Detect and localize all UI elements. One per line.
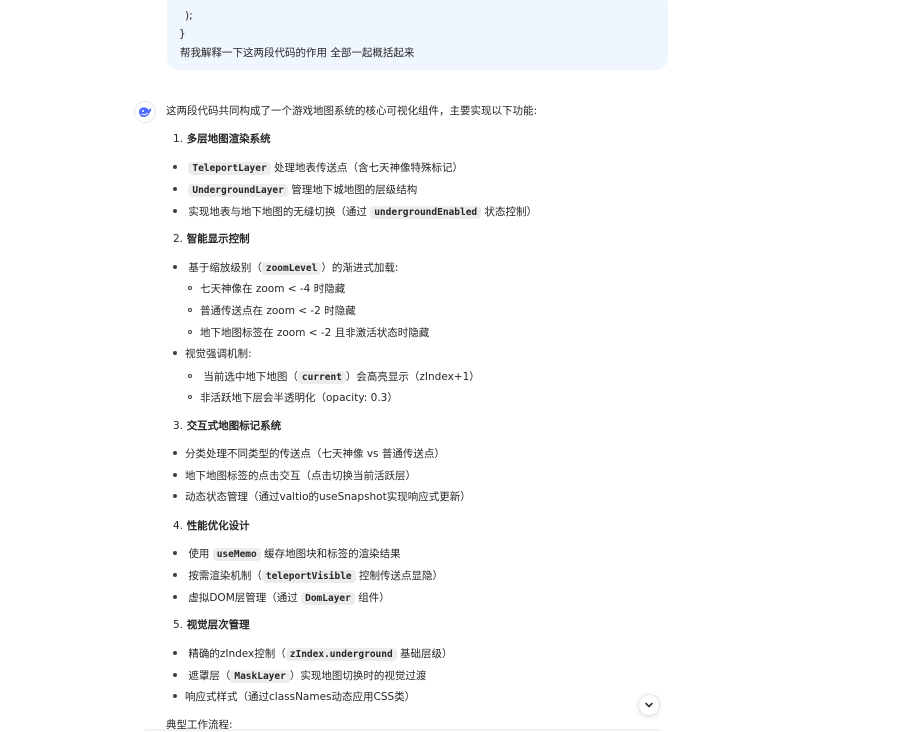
list-item-text: ）实现地图切换时的视觉过渡 xyxy=(289,670,427,682)
deepseek-whale-icon xyxy=(138,107,151,117)
section-heading: 1. 多层地图渲染系统 xyxy=(173,132,271,146)
section-number: 5. xyxy=(173,619,184,631)
list-item: 按需渲染机制（ teleportVisible 控制传送点显隐） xyxy=(173,569,443,584)
section-title: 视觉层次管理 xyxy=(186,619,250,631)
list-item-text: 处理地表传送点（含七天神像特殊标记） xyxy=(270,162,464,174)
section-number: 4. xyxy=(173,520,184,532)
section-number: 2. xyxy=(173,233,184,245)
user-message-bubble: ); } 帮我解释一下这两段代码的作用 全部一起概括起来 xyxy=(167,0,668,70)
list-item: 响应式样式（通过classNames动态应用CSS类） xyxy=(173,690,415,704)
section-number: 3. xyxy=(173,420,184,432)
list-item-text: 组件） xyxy=(354,592,390,604)
section-title: 多层地图渲染系统 xyxy=(186,133,271,145)
list-item: 视觉强调机制: xyxy=(173,347,252,361)
inline-code: teleportVisible xyxy=(261,570,356,583)
sub-list-item: 地下地图标签在 zoom < -2 且非激活状态时隐藏 xyxy=(188,326,429,340)
list-item-text: 精确的zIndex控制（ xyxy=(188,648,286,660)
inline-code: useMemo xyxy=(212,548,261,561)
list-item: 遮罩层（ MaskLayer ）实现地图切换时的视觉过渡 xyxy=(173,669,426,684)
assistant-avatar xyxy=(134,101,156,123)
list-item-text: 缓存地图块和标签的渲染结果 xyxy=(260,548,401,560)
list-item: TeleportLayer 处理地表传送点（含七天神像特殊标记） xyxy=(173,161,463,176)
code-snippet-line: ); xyxy=(185,10,193,22)
sub-list-item: 七天神像在 zoom < -4 时隐藏 xyxy=(188,282,345,296)
section-title: 智能显示控制 xyxy=(186,233,250,245)
sub-list-item: 非活跃地下层会半透明化（opacity: 0.3） xyxy=(188,391,398,405)
list-item-text: 当前选中地下地图（ xyxy=(203,371,298,383)
chevron-down-icon xyxy=(645,702,653,708)
code-snippet-line: } xyxy=(179,28,186,40)
list-item-text: 控制传送点显隐） xyxy=(355,570,443,582)
assistant-intro: 这两段代码共同构成了一个游戏地图系统的核心可视化组件，主要实现以下功能: xyxy=(166,105,538,117)
list-item: 精确的zIndex控制（ zIndex.underground 基础层级） xyxy=(173,647,453,662)
list-item: 虚拟DOM层管理（通过 DomLayer 组件） xyxy=(173,591,390,606)
list-item-text: 遮罩层（ xyxy=(188,670,231,682)
sub-list-item: 普通传送点在 zoom < -2 时隐藏 xyxy=(188,304,356,318)
inline-code: UndergroundLayer xyxy=(188,184,288,197)
section-heading: 2. 智能显示控制 xyxy=(173,232,250,246)
list-item-text: 实现地表与地下地图的无缝切换（通过 xyxy=(188,206,371,218)
list-item: 基于缩放级别（ zoomLevel ）的渐进式加载: xyxy=(173,261,398,276)
list-item-text: 虚拟DOM层管理（通过 xyxy=(188,592,302,604)
inline-code: TeleportLayer xyxy=(188,162,271,175)
inline-code: MaskLayer xyxy=(230,670,290,683)
list-item-text: 基于缩放级别（ xyxy=(188,262,262,274)
inline-code: undergroundEnabled xyxy=(370,206,482,219)
list-item: 实现地表与地下地图的无缝切换（通过 undergroundEnabled 状态控… xyxy=(173,205,537,220)
list-item-text: 基础层级） xyxy=(396,648,453,660)
inline-code: current xyxy=(297,371,346,384)
list-item-text: ）会高亮显示（zIndex+1） xyxy=(345,371,480,383)
list-item: 分类处理不同类型的传送点（七天神像 vs 普通传送点） xyxy=(173,447,445,461)
user-question: 帮我解释一下这两段代码的作用 全部一起概括起来 xyxy=(180,47,415,59)
inline-code: DomLayer xyxy=(301,592,355,605)
list-item: 地下地图标签的点击交互（点击切换当前活跃层） xyxy=(173,469,416,483)
scroll-to-bottom-button[interactable] xyxy=(638,694,660,716)
sub-list-item: 当前选中地下地图（ current ）会高亮显示（zIndex+1） xyxy=(188,370,480,385)
section-title: 交互式地图标记系统 xyxy=(186,420,282,432)
section-title: 性能优化设计 xyxy=(186,520,250,532)
list-item-text: 按需渲染机制（ xyxy=(188,570,262,582)
section-heading: 4. 性能优化设计 xyxy=(173,519,250,533)
section-number: 1. xyxy=(173,133,184,145)
inline-code: zoomLevel xyxy=(261,262,322,275)
list-item-text: 状态控制） xyxy=(481,206,537,218)
section-heading: 3. 交互式地图标记系统 xyxy=(173,419,281,433)
list-item: 动态状态管理（通过valtio的useSnapshot实现响应式更新） xyxy=(173,490,471,504)
list-item: UndergroundLayer 管理地下城地图的层级结构 xyxy=(173,183,417,198)
list-item-text: ）的渐进式加载: xyxy=(321,262,399,274)
list-item-text: 使用 xyxy=(188,548,213,560)
input-area-edge xyxy=(145,729,661,731)
inline-code: zIndex.underground xyxy=(285,648,397,661)
list-item: 使用 useMemo 缓存地图块和标签的渲染结果 xyxy=(173,547,401,562)
list-item-text: 管理地下城地图的层级结构 xyxy=(287,184,418,196)
section-heading: 5. 视觉层次管理 xyxy=(173,618,250,632)
